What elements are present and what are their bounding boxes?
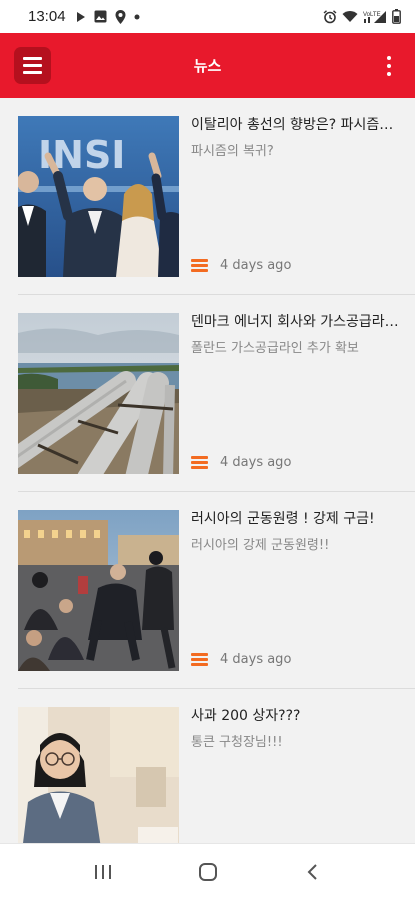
location-icon [115, 9, 126, 24]
more-vertical-icon[interactable] [377, 53, 401, 79]
list-icon [191, 259, 208, 272]
article-card[interactable]: 러시아의 군동원령 ! 강제 구금! 러시아의 강제 군동원령!! 4 days… [0, 492, 415, 689]
article-thumbnail [18, 707, 179, 843]
article-card[interactable]: INSI 이탈리아 총선의 향방은? 파시즘의 파시즘의 복귀? 4 days … [0, 98, 415, 295]
battery-icon [392, 9, 401, 24]
hamburger-line [23, 64, 42, 67]
hamburger-line [23, 71, 42, 74]
article-thumbnail [18, 313, 179, 474]
dot [387, 64, 391, 68]
article-title[interactable]: 덴마크 에너지 회사와 가스공급라인 추가 확보 [191, 312, 403, 332]
dot [387, 56, 391, 60]
network-label: VoLTE [363, 12, 381, 18]
article-subtitle: 통큰 구청장님!!! [191, 735, 283, 750]
app-bar: 뉴스 [0, 33, 415, 98]
dot-icon [134, 14, 140, 19]
article-card[interactable]: 덴마크 에너지 회사와 가스공급라인 추가 확보 폴란드 가스공급라인 추가 확… [0, 295, 415, 492]
page-title: 뉴스 [193, 57, 222, 75]
alarm-icon [323, 9, 337, 23]
back-icon [307, 864, 317, 880]
status-time: 13:04 [28, 8, 66, 25]
wifi-icon [342, 11, 358, 22]
status-bar: 13:04 VoLTE [0, 0, 415, 33]
list-icon [191, 456, 208, 469]
back-button[interactable] [293, 852, 333, 892]
article-card[interactable]: 사과 200 상자??? 통큰 구청장님!!! [0, 689, 415, 843]
hamburger-menu-icon [23, 57, 42, 60]
list-icon [191, 653, 208, 666]
status-left-icons [76, 9, 140, 24]
article-thumbnail: INSI [18, 116, 179, 277]
article-thumbnail [18, 510, 179, 671]
article-subtitle: 러시아의 강제 군동원령!! [191, 538, 330, 553]
article-title[interactable]: 사과 200 상자??? [191, 706, 403, 726]
hamburger-menu-button[interactable] [14, 47, 51, 84]
article-subtitle: 폴란드 가스공급라인 추가 확보 [191, 341, 359, 356]
article-date: 4 days ago [220, 258, 292, 273]
article-title[interactable]: 이탈리아 총선의 향방은? 파시즘의 복귀? [191, 115, 403, 135]
status-right-icons: VoLTE [323, 9, 401, 24]
home-button[interactable] [188, 852, 228, 892]
dot [387, 72, 391, 76]
system-nav-bar [0, 843, 415, 900]
article-subtitle: 파시즘의 복귀? [191, 144, 274, 159]
gallery-icon [94, 10, 107, 23]
recent-apps-button[interactable] [83, 852, 123, 892]
article-title[interactable]: 러시아의 군동원령 ! 강제 구금! [191, 509, 403, 529]
home-icon [198, 863, 217, 881]
news-feed[interactable]: INSI 이탈리아 총선의 향방은? 파시즘의 파시즘의 복귀? 4 days … [0, 98, 415, 843]
article-date: 4 days ago [220, 455, 292, 470]
article-meta: 4 days ago [191, 455, 291, 470]
article-meta: 4 days ago [191, 652, 291, 667]
article-date: 4 days ago [220, 652, 292, 667]
play-icon [76, 11, 85, 22]
recent-apps-icon [94, 865, 111, 879]
article-meta: 4 days ago [191, 258, 291, 273]
signal-icon: VoLTE [363, 10, 386, 23]
